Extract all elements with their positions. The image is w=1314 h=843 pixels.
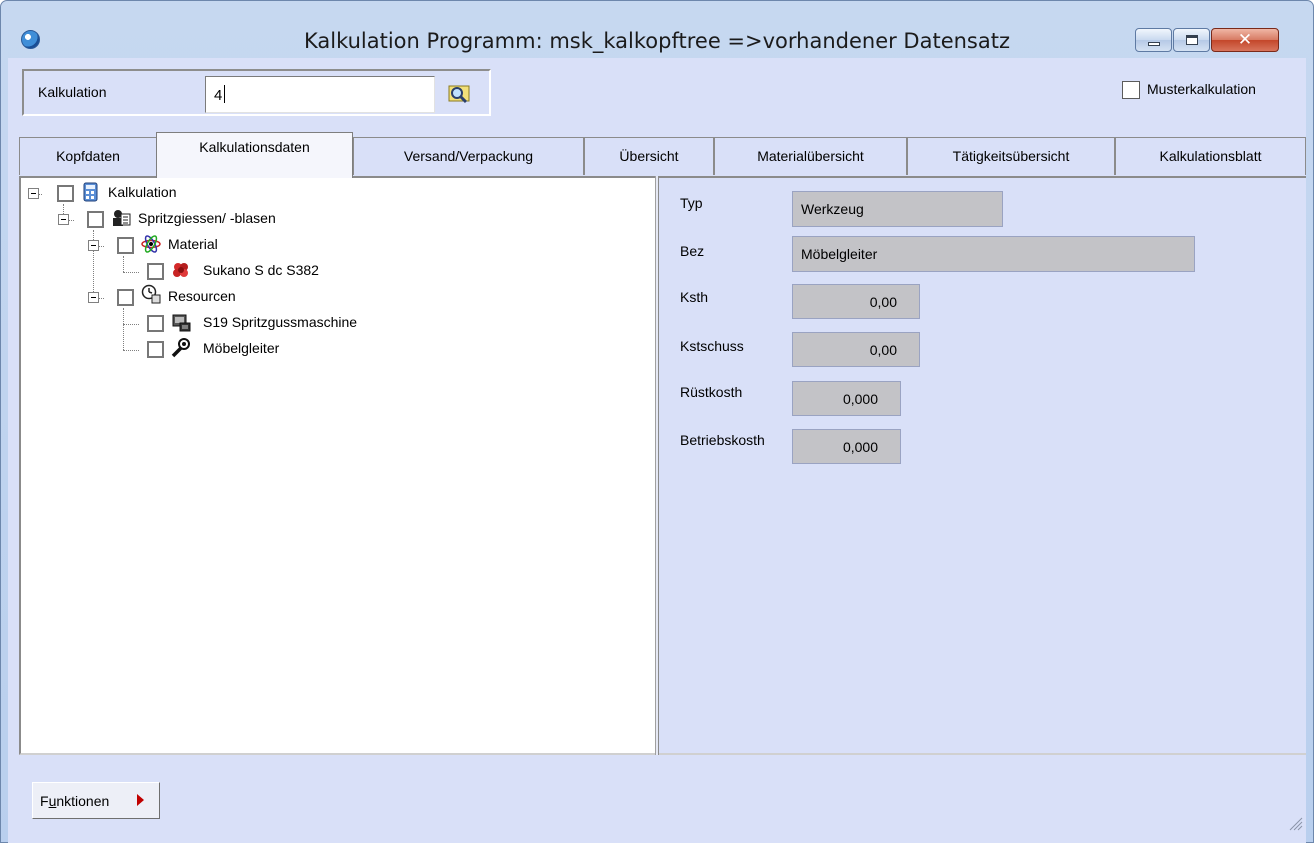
tree-expander-kalkulation[interactable] — [28, 188, 39, 199]
kstschuss-label: Kstschuss — [680, 338, 744, 354]
tree-expander-spritzgiessen[interactable] — [58, 214, 69, 225]
ruestkosth-field[interactable]: 0,000 — [792, 381, 901, 416]
close-button[interactable]: ✕ — [1211, 28, 1279, 52]
kalkulation-label: Kalkulation — [38, 84, 107, 100]
tree-label-material[interactable]: Material — [168, 236, 218, 252]
tab-taetigkeitsuebersicht[interactable]: Tätigkeitsübersicht — [907, 137, 1115, 175]
window-title: Kalkulation Programm: msk_kalkopftree =>… — [303, 29, 1010, 53]
funktionen-label-f: F — [40, 793, 49, 809]
close-icon: ✕ — [1237, 30, 1253, 50]
tree-connector — [123, 256, 124, 272]
maximize-button[interactable] — [1173, 28, 1210, 52]
tree-checkbox-moebelgleiter[interactable] — [147, 341, 164, 358]
musterkalkulation-label: Musterkalkulation — [1147, 81, 1256, 97]
funktionen-label-rest: nktionen — [56, 793, 110, 809]
typ-label: Typ — [680, 195, 703, 211]
bez-label: Bez — [680, 243, 705, 259]
granulate-icon — [173, 263, 188, 277]
resources-clock-icon — [141, 284, 161, 304]
material-icon — [141, 235, 161, 253]
tree-label-resourcen[interactable]: Resourcen — [168, 288, 236, 304]
minimize-icon — [1148, 42, 1160, 46]
tree-checkbox-s19[interactable] — [147, 315, 164, 332]
tree-label-spritzgiessen[interactable]: Spritzgiessen/ -blasen — [138, 210, 276, 226]
funktionen-button[interactable]: Funktionen — [32, 782, 160, 819]
tree-checkbox-resourcen[interactable] — [117, 289, 134, 306]
musterkalkulation-box[interactable] — [1122, 81, 1140, 99]
footer-bar — [8, 756, 1306, 843]
tab-strip: Kopfdaten Kalkulationsdaten Versand/Verp… — [19, 132, 1306, 178]
tree-label-kalkulation[interactable]: Kalkulation — [108, 184, 177, 200]
tree-expander-material[interactable] — [88, 240, 99, 251]
tab-versand-verpackung[interactable]: Versand/Verpackung — [353, 137, 584, 175]
tree-checkbox-kalkulation[interactable] — [57, 185, 74, 202]
kalkulation-input[interactable]: 4 — [205, 76, 435, 113]
submenu-arrow-icon — [137, 794, 144, 806]
tree-connector — [123, 324, 139, 325]
kstschuss-field[interactable]: 0,00 — [792, 332, 920, 367]
search-button[interactable] — [448, 84, 470, 104]
typ-field[interactable]: Werkzeug — [792, 191, 1003, 227]
machine-icon — [172, 314, 191, 332]
tree-checkbox-sukano[interactable] — [147, 263, 164, 280]
betriebskosth-field[interactable]: 0,000 — [792, 429, 901, 464]
tree-checkbox-spritzgiessen[interactable] — [87, 211, 104, 228]
tree-label-s19[interactable]: S19 Spritzgussmaschine — [203, 314, 357, 330]
ksth-label: Ksth — [680, 289, 709, 305]
ruestkosth-label: Rüstkosth — [680, 384, 743, 400]
tree-expander-resourcen[interactable] — [88, 292, 99, 303]
tree-connector — [123, 272, 139, 273]
tool-wrench-icon — [171, 338, 190, 358]
tree-connector — [123, 308, 124, 350]
calculation-document-icon — [83, 182, 98, 202]
text-caret — [224, 85, 226, 103]
bez-field[interactable]: Möbelgleiter — [792, 236, 1195, 272]
kalkulation-tree[interactable]: Kalkulation Spritzgiessen/ -blasen Mater… — [19, 176, 656, 755]
betriebskosth-label: Betriebskosth — [680, 432, 765, 448]
tree-checkbox-material[interactable] — [117, 237, 134, 254]
tree-connector — [123, 350, 139, 351]
tree-label-sukano[interactable]: Sukano S dc S382 — [203, 262, 319, 278]
minimize-button[interactable] — [1135, 28, 1172, 52]
tree-label-moebelgleiter[interactable]: Möbelgleiter — [203, 340, 279, 356]
process-icon — [113, 210, 131, 226]
tab-kalkulationsblatt[interactable]: Kalkulationsblatt — [1115, 137, 1306, 175]
tab-uebersicht[interactable]: Übersicht — [584, 137, 714, 175]
tab-materialuebersicht[interactable]: Materialübersicht — [714, 137, 907, 175]
title-bar[interactable]: Kalkulation Programm: msk_kalkopftree =>… — [1, 1, 1313, 59]
binoculars-search-icon — [448, 85, 470, 104]
tab-kalkulationsdaten[interactable]: Kalkulationsdaten — [156, 132, 353, 178]
tab-kopfdaten[interactable]: Kopfdaten — [19, 137, 157, 175]
maximize-icon — [1186, 35, 1198, 45]
kalkulation-value: 4 — [214, 87, 223, 104]
ksth-field[interactable]: 0,00 — [792, 284, 920, 319]
resize-grip-icon[interactable] — [1284, 812, 1304, 832]
